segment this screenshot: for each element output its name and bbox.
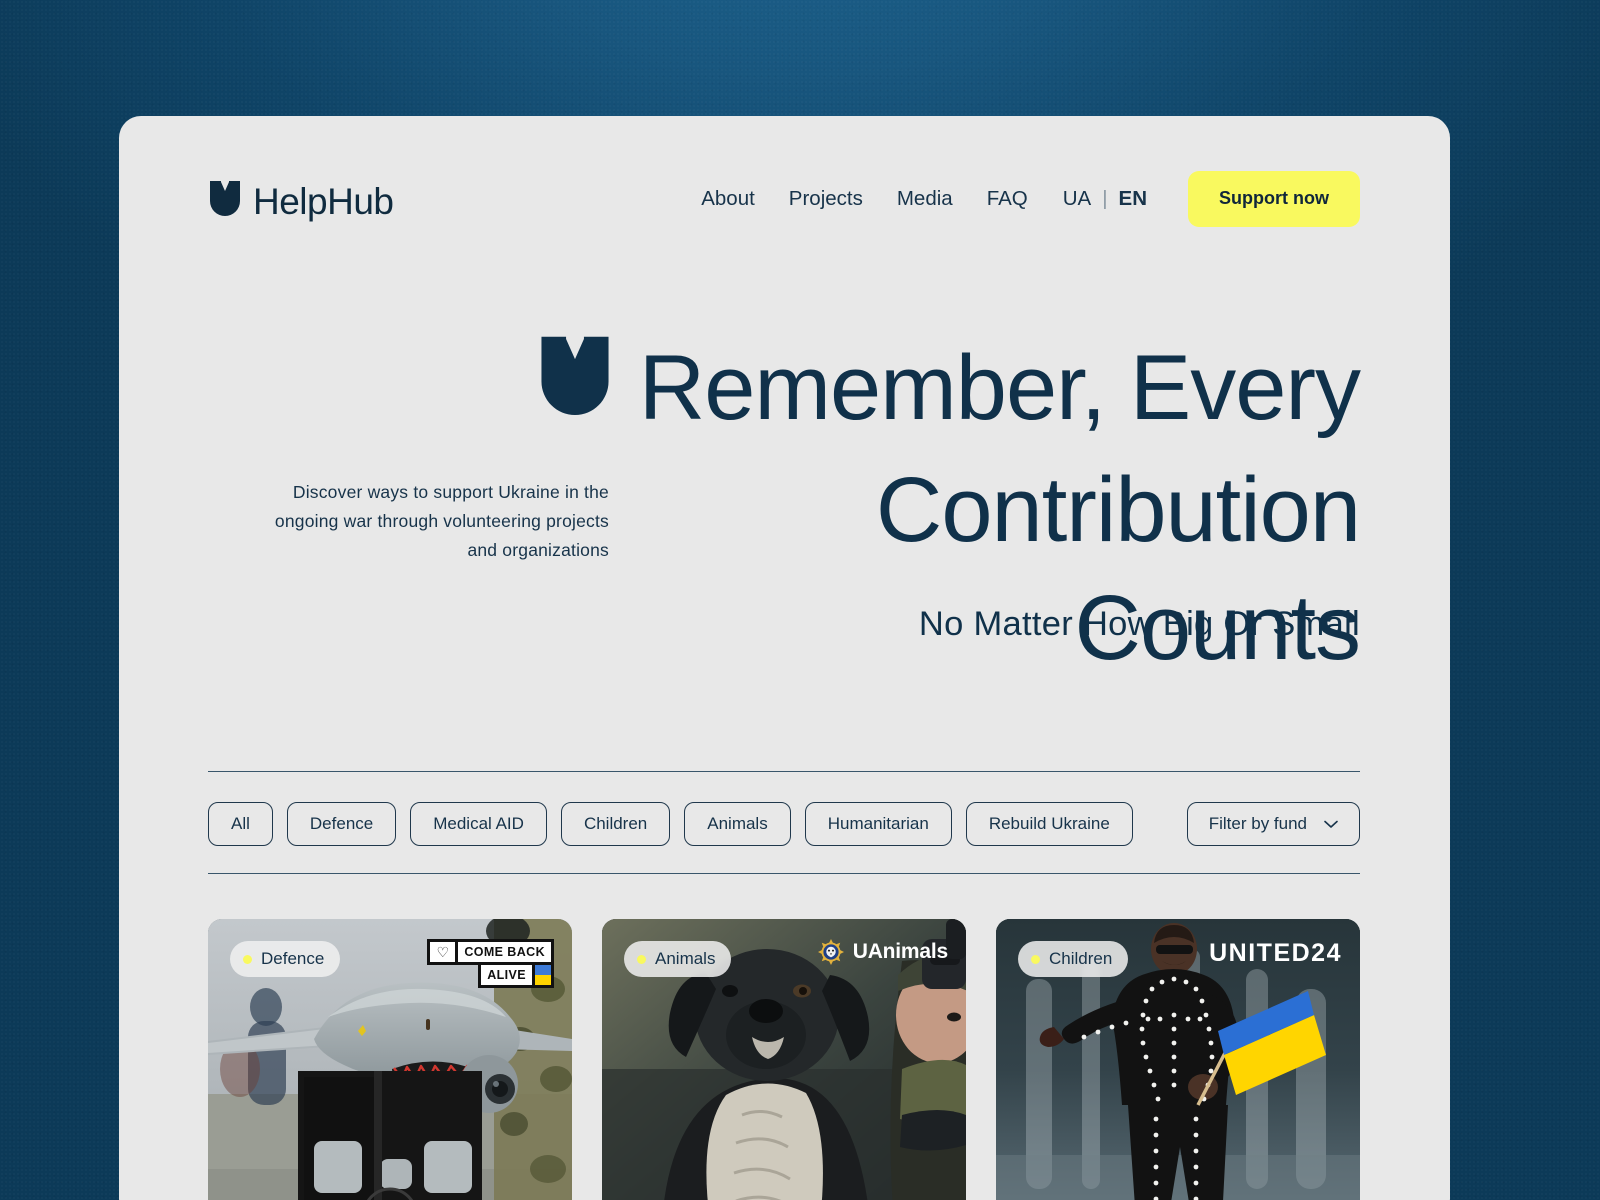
card-category-badge: Children [1018, 941, 1129, 977]
project-card[interactable]: Children UNITED24 [996, 919, 1360, 1200]
page-title: Remember, Every Contribution Counts [208, 279, 1362, 687]
main-nav: About Projects Media FAQ UA | EN Support… [684, 170, 1360, 227]
nav-item-media[interactable]: Media [880, 187, 970, 211]
project-card-grid: Shark FRONT SIDE Defence ♡ COME BACK [208, 919, 1360, 1200]
chevron-down-icon [1324, 814, 1338, 834]
divider-below-filters [208, 873, 1360, 874]
heart-icon: ♡ [430, 942, 459, 962]
site-header: HelpHub About Projects Media FAQ UA | EN… [119, 116, 1450, 281]
card-org-label: UNITED24 [1209, 939, 1342, 967]
helphub-tulip-mark-icon [208, 179, 242, 224]
card-category-badge: Defence [230, 941, 341, 977]
ukraine-flag-icon [532, 965, 551, 985]
language-option-en[interactable]: EN [1119, 187, 1147, 211]
card-category-badge: Animals [624, 941, 732, 977]
card-org-logo-united24: UNITED24 [1209, 939, 1342, 968]
hero-helphub-tulip-mark-icon [537, 331, 613, 451]
lion-sun-emblem-icon [817, 939, 844, 965]
hero-heading-line-3: Counts [1074, 577, 1362, 679]
hero-section: Remember, Every Contribution Counts Disc… [119, 279, 1450, 879]
filter-chip-all[interactable]: All [208, 802, 273, 846]
filter-chip-animals[interactable]: Animals [684, 802, 791, 846]
filter-chip-medical-aid[interactable]: Medical AID [410, 802, 547, 846]
filter-by-fund-label: Filter by fund [1208, 814, 1307, 833]
card-org-logo-come-back-alive: ♡ COME BACK ALIVE [427, 939, 554, 988]
badge-dot-icon [637, 954, 646, 964]
filter-chip-defence[interactable]: Defence [286, 802, 397, 846]
card-org-line2: ALIVE [487, 968, 526, 982]
hero-heading-line-2: Contribution [875, 459, 1361, 561]
filter-by-fund-dropdown[interactable]: Filter by fund [1186, 802, 1360, 846]
card-org-logo-uanimals: UAnimals [817, 939, 948, 965]
filter-chip-humanitarian[interactable]: Humanitarian [804, 802, 952, 846]
nav-item-about[interactable]: About [684, 187, 772, 211]
nav-item-faq[interactable]: FAQ [970, 187, 1045, 211]
support-now-button[interactable]: Support now [1188, 170, 1360, 227]
badge-dot-icon [1031, 954, 1040, 964]
language-option-ua[interactable]: UA [1063, 187, 1091, 211]
nav-item-projects[interactable]: Projects [772, 187, 880, 211]
project-card[interactable]: Animals UAnimals [602, 919, 966, 1200]
divider-above-filters [208, 771, 1360, 772]
card-org-line1: COME BACK [464, 945, 545, 959]
project-card[interactable]: Shark FRONT SIDE Defence ♡ COME BACK [208, 919, 572, 1200]
badge-dot-icon [243, 954, 252, 964]
brand-logo[interactable]: HelpHub [208, 179, 394, 224]
filter-chip-rebuild-ukraine[interactable]: Rebuild Ukraine [965, 802, 1133, 846]
hero-heading-line-1: Remember, Every [638, 337, 1361, 439]
card-category-label: Animals [655, 949, 716, 968]
language-separator: | [1102, 186, 1108, 210]
card-category-label: Defence [261, 949, 325, 968]
filter-bar: All Defence Medical AID Children Animals… [208, 802, 1360, 846]
card-org-label: UAnimals [852, 940, 948, 963]
app-panel: HelpHub About Projects Media FAQ UA | EN… [119, 116, 1450, 1200]
language-switcher: UA | EN [1045, 187, 1164, 211]
brand-name: HelpHub [253, 181, 394, 222]
card-category-label: Children [1049, 949, 1113, 968]
filter-chip-children[interactable]: Children [560, 802, 671, 846]
